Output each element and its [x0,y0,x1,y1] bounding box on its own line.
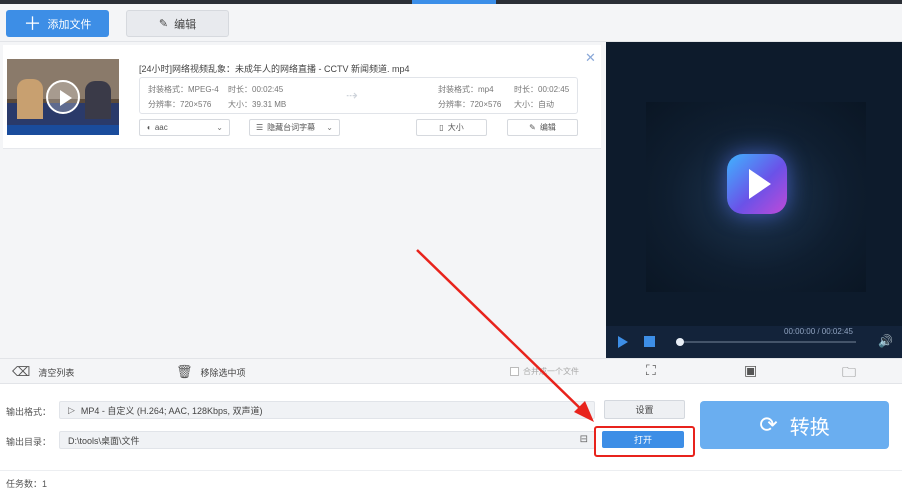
file-info-box: 封装格式：MPEG-4 时长：00:02:45 分辨率：720×576 大小：3… [139,77,578,114]
remove-selected-label: 移除选中项 [200,367,246,378]
file-item[interactable]: [24小时]网络视频乱象：未成年人的网络直播 - CCTV 新闻频道. mp4 … [3,45,601,149]
merge-checkbox[interactable]: 合并成一个文件 [510,366,579,377]
chevron-down-icon: ⌄ [216,123,223,132]
broom-icon: ⌫ [12,364,31,379]
volume-icon[interactable]: 🔊 [878,334,893,348]
screenshot-icon[interactable]: ⛶ [646,362,656,379]
folder-icon[interactable]: 🗀 [842,362,856,386]
play-icon[interactable] [46,80,80,114]
source-format: 封装格式：MPEG-4 [148,85,219,94]
checkbox-box[interactable] [510,367,519,376]
file-list: [24小时]网络视频乱象：未成年人的网络直播 - CCTV 新闻频道. mp4 … [0,42,604,358]
time-display: 00:00:00 / 00:02:45 [784,327,853,336]
file-title: [24小时]网络视频乱象：未成年人的网络直播 - CCTV 新闻频道. mp4 [139,64,410,74]
convert-arrow-icon: ⇢ [346,87,358,103]
settings-button[interactable]: 设置 [604,400,685,419]
app-logo-play-icon [727,154,787,214]
magic-wand-icon: ✎ [158,18,169,30]
audio-icon: ◖ [146,123,151,132]
convert-icon: ⟳ [759,412,778,437]
stop-icon[interactable] [644,336,655,347]
output-dir-field[interactable]: D:\tools\桌面\文件 ⊟ [59,431,595,449]
output-format-value: MP4 - 自定义 (H.264; AAC, 128Kbps, 双声道) [80,405,263,416]
player-controls: 00:00:00 / 00:02:45 🔊 [606,326,902,358]
convert-button[interactable]: ⟳ 转换 [700,401,889,449]
output-resolution: 分辨率：720×576 [438,100,502,109]
output-area: 输出格式： ▷ MP4 - 自定义 (H.264; AAC, 128Kbps, … [0,384,902,470]
status-bar: 任务数：1 [0,470,902,496]
add-file-button[interactable]: ＋ 添加文件 [6,10,109,37]
subtitle-value: 隐藏台词字幕 [267,123,316,132]
trash-icon: 🗑 [176,364,193,379]
chevron-down-icon: ⌄ [326,123,333,132]
subtitle-select[interactable]: ☰ 隐藏台词字幕 ⌄ [249,119,340,136]
output-dir-value: D:\tools\桌面\文件 [68,435,140,446]
output-format-field[interactable]: ▷ MP4 - 自定义 (H.264; AAC, 128Kbps, 双声道) [59,401,595,419]
video-preview: 00:00:00 / 00:02:45 🔊 [606,42,902,358]
output-dir-label: 输出目录： [6,437,52,447]
size-button-label: 大小 [447,123,464,132]
magic-wand-icon: ✎ [529,123,536,132]
edit-label: 编辑 [174,18,197,31]
seek-bar[interactable] [676,341,856,343]
add-file-label: 添加文件 [47,18,92,31]
page-icon: ▯ [439,123,444,132]
source-size: 大小：39.31 MB [228,100,287,109]
play-icon[interactable] [618,336,628,348]
item-edit-button[interactable]: ✎ 编辑 [507,119,578,136]
browse-folder-icon[interactable]: ⊟ [580,434,588,445]
merge-label: 合并成一个文件 [523,367,579,376]
clear-list-label: 清空列表 [38,367,75,378]
close-icon[interactable]: ✕ [585,50,596,66]
task-count: 任务数：1 [6,479,48,489]
action-row: ⌫ 清空列表 🗑 移除选中项 合并成一个文件 ⛶ ▣ 🗀 [0,358,902,384]
video-thumbnail[interactable] [7,59,119,135]
audio-track-value: aac [154,123,168,132]
output-duration: 时长：00:02:45 [514,85,570,94]
image-icon[interactable]: ▣ [744,362,757,379]
clear-list-button[interactable]: ⌫ 清空列表 [12,364,74,380]
source-resolution: 分辨率：720×576 [148,100,212,109]
seek-handle[interactable] [676,338,684,346]
output-format: 封装格式：mp4 [438,85,494,94]
item-edit-label: 编辑 [539,123,556,132]
annotation-highlight-box [594,426,695,457]
toolbar: ＋ 添加文件 ✎ 编辑 [0,4,902,42]
video-file-icon: ▷ [68,404,75,415]
source-duration: 时长：00:02:45 [228,85,284,94]
output-format-label: 输出格式： [6,407,52,417]
remove-selected-button[interactable]: 🗑 移除选中项 [176,364,246,380]
app-window: ＋ 添加文件 ✎ 编辑 [24小时]网络视频乱象：未成年人的网络直播 - CCT… [0,0,902,496]
size-button[interactable]: ▯ 大小 [416,119,487,136]
subtitle-icon: ☰ [256,123,264,132]
output-size: 大小：自动 [514,100,554,109]
plus-icon: ＋ [23,13,42,34]
edit-button[interactable]: ✎ 编辑 [126,10,229,37]
convert-label: 转换 [789,416,830,439]
audio-track-select[interactable]: ◖ aac ⌄ [139,119,230,136]
